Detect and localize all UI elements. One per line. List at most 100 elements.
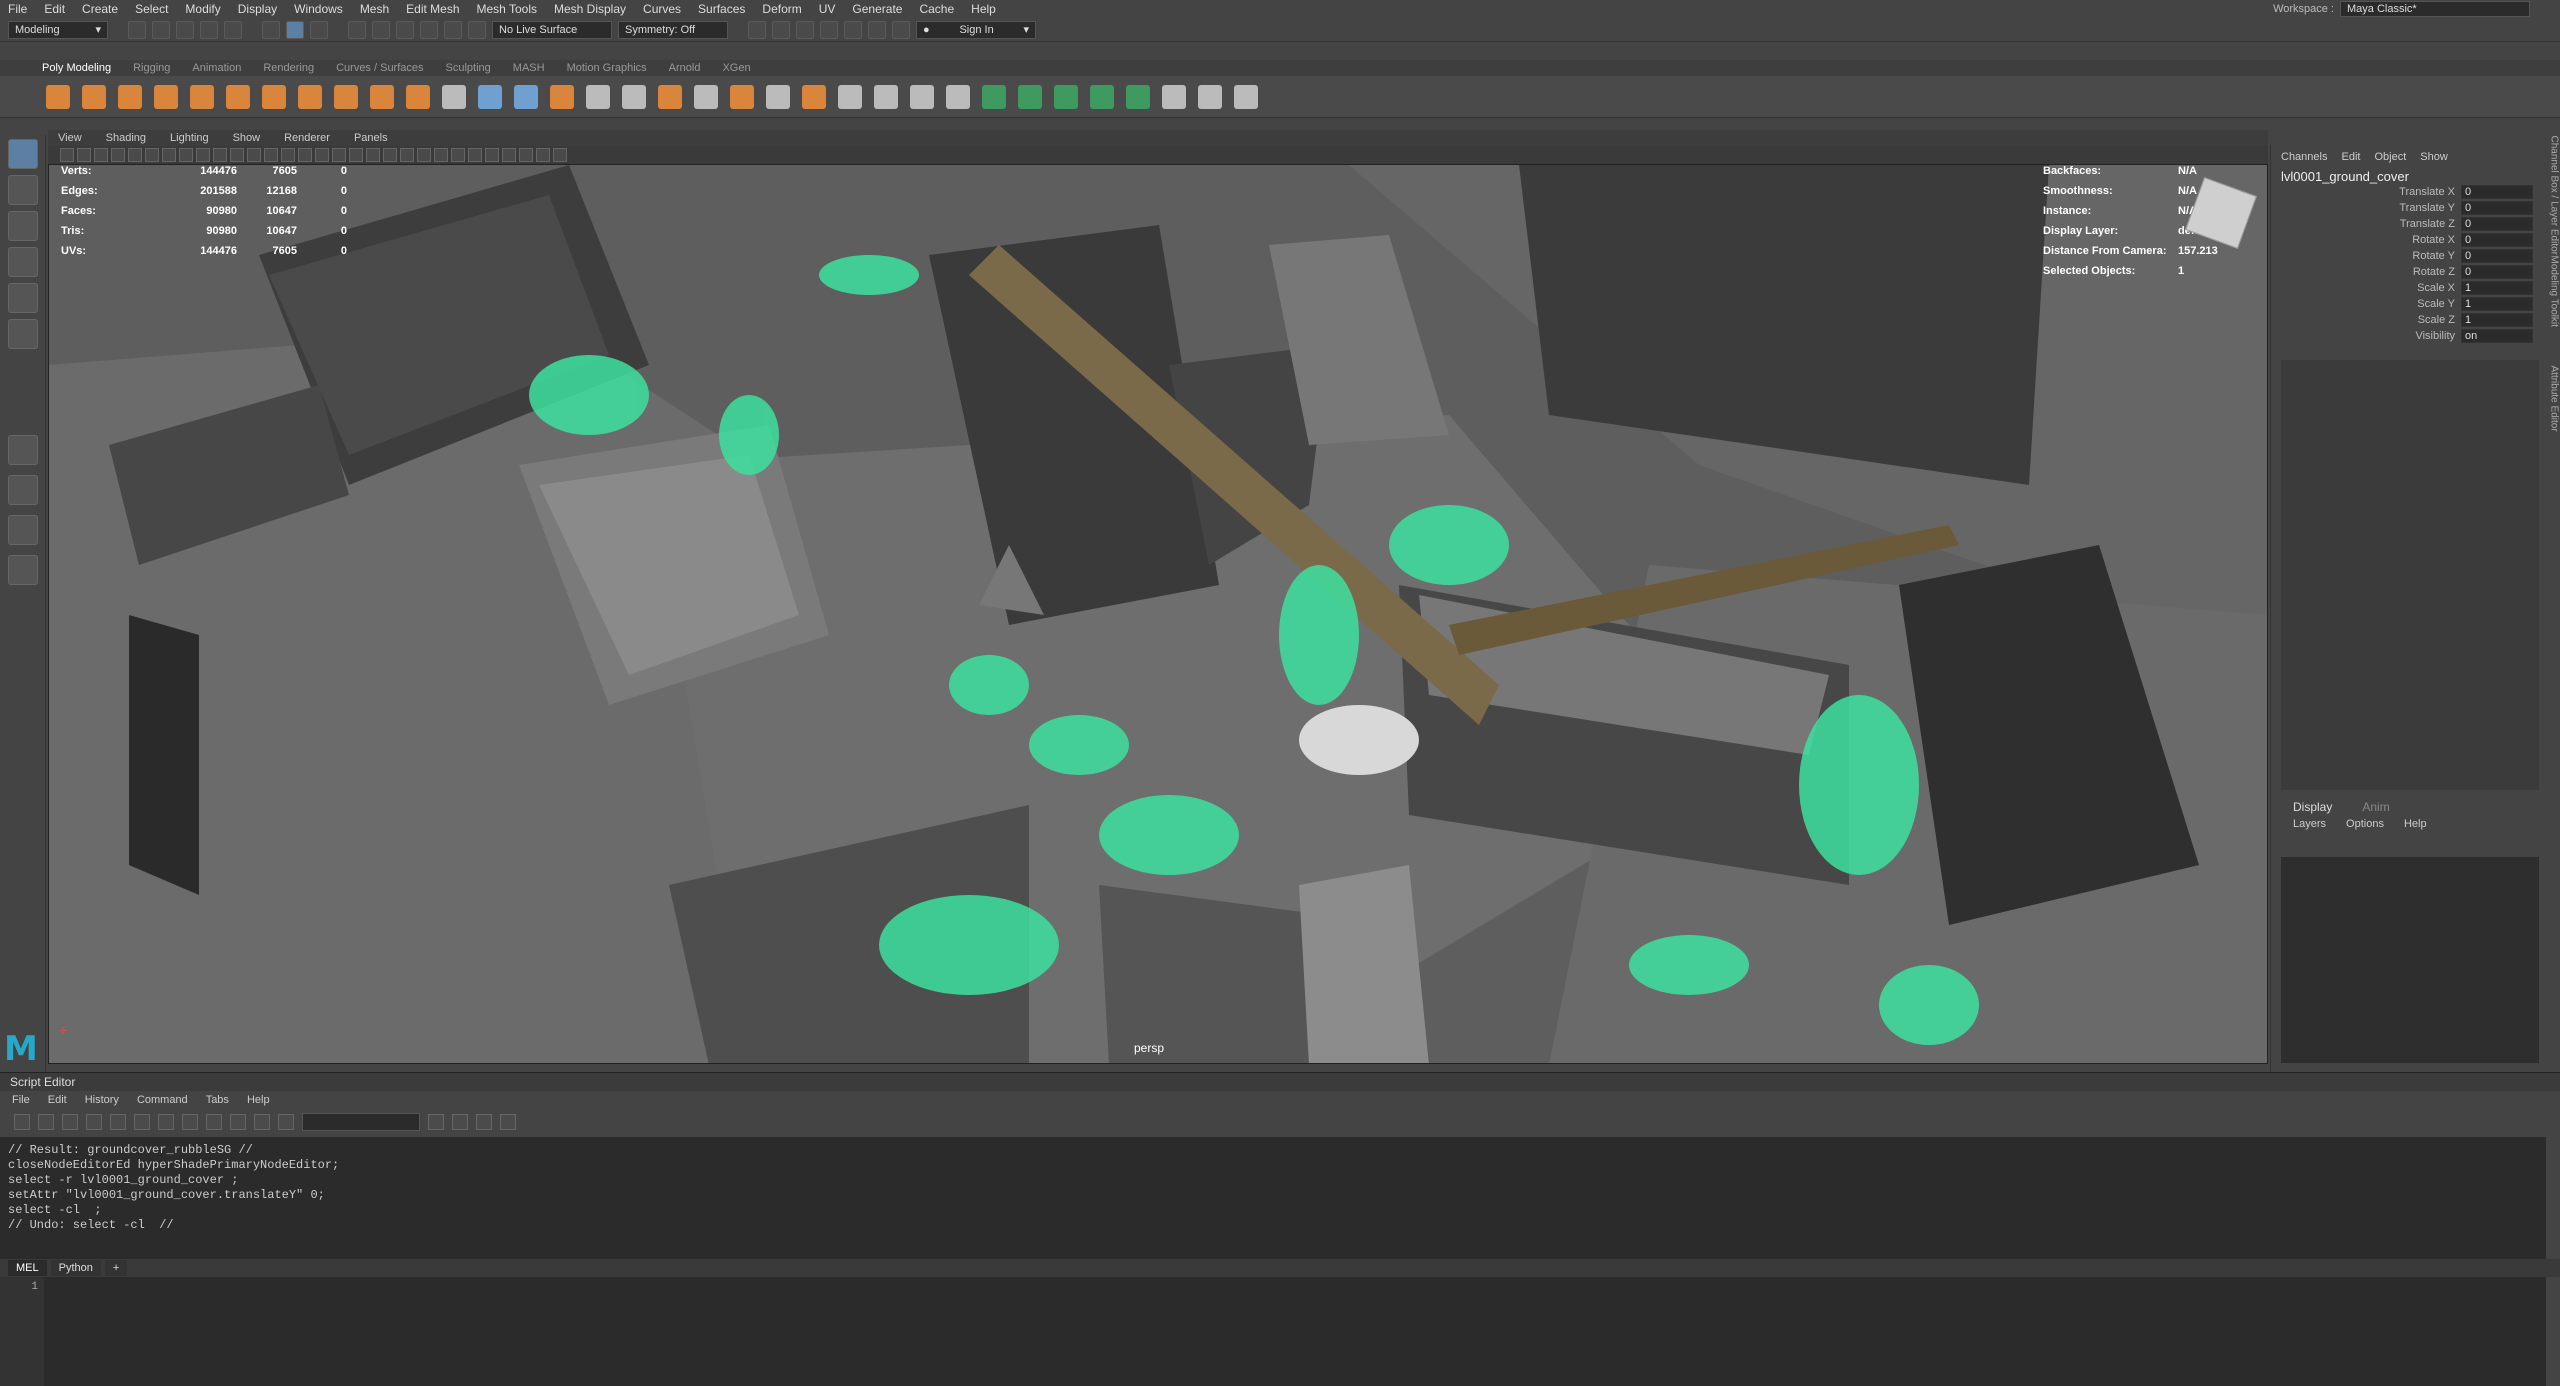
layer-menu-help[interactable]: Help	[2404, 818, 2427, 830]
cut-uv-icon[interactable]	[1162, 84, 1186, 109]
poly-cylinder-icon[interactable]	[118, 84, 142, 109]
attr-value-field[interactable]: 0	[2461, 201, 2533, 215]
menu-generate[interactable]: Generate	[852, 2, 902, 16]
pause-icon[interactable]	[892, 20, 910, 39]
bevel-icon[interactable]	[586, 84, 610, 109]
super-shape-icon[interactable]	[334, 84, 358, 109]
exposure-icon[interactable]	[519, 148, 533, 162]
anti-aliasing-icon[interactable]	[417, 148, 431, 162]
menu-uv[interactable]: UV	[819, 2, 836, 16]
line-number-icon[interactable]	[476, 1114, 492, 1130]
script-input-area[interactable]: 1	[0, 1277, 2546, 1386]
snap-surface-icon[interactable]	[444, 20, 462, 39]
menu-windows[interactable]: Windows	[294, 2, 343, 16]
open-scene-icon[interactable]	[152, 20, 170, 39]
gamma-icon[interactable]	[536, 148, 550, 162]
undo-icon[interactable]	[200, 20, 218, 39]
single-pane-layout-icon[interactable]	[8, 435, 38, 465]
merge-icon[interactable]	[766, 84, 790, 109]
menuset-dropdown[interactable]: Modeling ▾	[8, 20, 108, 39]
clear-input-icon[interactable]	[134, 1114, 150, 1130]
tab-mel[interactable]: MEL	[8, 1260, 47, 1276]
selected-object-name[interactable]: lvl0001_ground_cover	[2271, 169, 2548, 184]
se-menu-edit[interactable]: Edit	[48, 1094, 67, 1106]
render-settings-icon[interactable]	[820, 20, 838, 39]
shelf-tab-motion-graphics[interactable]: Motion Graphics	[567, 62, 647, 74]
show-input-icon[interactable]	[206, 1114, 222, 1130]
two-d-pan-icon[interactable]	[111, 148, 125, 162]
poly-platonic-icon[interactable]	[298, 84, 322, 109]
attr-value-field[interactable]: 0	[2461, 217, 2533, 231]
film-gate-icon[interactable]	[162, 148, 176, 162]
se-menu-tabs[interactable]: Tabs	[206, 1094, 229, 1106]
insert-edge-loop-icon[interactable]	[946, 84, 970, 109]
field-chart-icon[interactable]	[213, 148, 227, 162]
append-icon[interactable]	[730, 84, 754, 109]
se-menu-help[interactable]: Help	[247, 1094, 270, 1106]
image-plane-icon[interactable]	[94, 148, 108, 162]
new-scene-icon[interactable]	[128, 20, 146, 39]
shelf-tab-rendering[interactable]: Rendering	[263, 62, 314, 74]
shelf-tab-poly-modeling[interactable]: Poly Modeling	[42, 62, 111, 74]
multi-cut-icon[interactable]	[874, 84, 898, 109]
scale-tool-icon[interactable]	[8, 319, 38, 349]
menu-mesh-tools[interactable]: Mesh Tools	[477, 2, 537, 16]
render-setup-icon[interactable]	[868, 20, 886, 39]
cb-menu-show[interactable]: Show	[2420, 151, 2448, 163]
menu-mesh-display[interactable]: Mesh Display	[554, 2, 626, 16]
poly-torus-icon[interactable]	[190, 84, 214, 109]
default-material-icon[interactable]	[298, 148, 312, 162]
symmetry-dropdown[interactable]: Symmetry: Off	[618, 20, 728, 39]
unfold-uv-icon[interactable]	[1234, 84, 1258, 109]
snap-point-icon[interactable]	[396, 20, 414, 39]
target-weld-icon[interactable]	[910, 84, 934, 109]
render-view-icon[interactable]	[748, 20, 766, 39]
svg-tool-icon[interactable]	[406, 84, 430, 109]
poly-cone-icon[interactable]	[154, 84, 178, 109]
cb-menu-channels[interactable]: Channels	[2281, 151, 2327, 163]
shelf-tab-xgen[interactable]: XGen	[722, 62, 750, 74]
xray-joints-icon[interactable]	[485, 148, 499, 162]
indent-icon[interactable]	[500, 1114, 516, 1130]
sew-uv-icon[interactable]	[1198, 84, 1222, 109]
motion-blur-icon[interactable]	[400, 148, 414, 162]
poly-cube-icon[interactable]	[82, 84, 106, 109]
attr-value-field[interactable]: 0	[2461, 249, 2533, 263]
smooth-shade-icon[interactable]	[281, 148, 295, 162]
rotate-tool-icon[interactable]	[8, 283, 38, 313]
four-pane-layout-icon[interactable]	[8, 475, 38, 505]
menu-edit[interactable]: Edit	[44, 2, 65, 16]
execute-all-icon[interactable]	[278, 1114, 294, 1130]
shelf-tab-rigging[interactable]: Rigging	[133, 62, 170, 74]
menu-mesh[interactable]: Mesh	[360, 2, 389, 16]
mirror-icon[interactable]	[838, 84, 862, 109]
vp-menu-renderer[interactable]: Renderer	[284, 132, 330, 144]
workspace-dropdown[interactable]: Maya Classic*	[2340, 1, 2530, 17]
cb-menu-object[interactable]: Object	[2374, 151, 2406, 163]
auto-map-icon[interactable]	[1126, 84, 1150, 109]
add-tab-button[interactable]: +	[104, 1260, 128, 1276]
menu-deform[interactable]: Deform	[762, 2, 801, 16]
outliner-layout-icon[interactable]	[8, 555, 38, 585]
search-next-icon[interactable]	[452, 1114, 468, 1130]
smooth-icon[interactable]	[550, 84, 574, 109]
uv-editor-icon[interactable]	[982, 84, 1006, 109]
menu-select[interactable]: Select	[135, 2, 168, 16]
xray-icon[interactable]	[468, 148, 482, 162]
snap-curve-icon[interactable]	[372, 20, 390, 39]
shelf-tab-animation[interactable]: Animation	[192, 62, 241, 74]
boolean-icon[interactable]	[802, 84, 826, 109]
tab-display[interactable]: Display	[2293, 800, 2332, 814]
shelf-tab-sculpting[interactable]: Sculpting	[446, 62, 491, 74]
side-tab-attribute-editor[interactable]: Attribute Editor	[2549, 366, 2560, 486]
wireframe-icon[interactable]	[264, 148, 278, 162]
search-icon[interactable]	[428, 1114, 444, 1130]
sign-in-dropdown[interactable]: ● Sign In ▾	[916, 20, 1036, 39]
color-management-icon[interactable]	[553, 148, 567, 162]
side-tab-modeling-toolkit[interactable]: Modeling Toolkit	[2549, 256, 2560, 376]
textured-icon[interactable]	[332, 148, 346, 162]
separate-icon[interactable]	[514, 84, 538, 109]
render-frame-icon[interactable]	[772, 20, 790, 39]
snap-live-icon[interactable]	[468, 20, 486, 39]
layer-menu-layers[interactable]: Layers	[2293, 818, 2326, 830]
